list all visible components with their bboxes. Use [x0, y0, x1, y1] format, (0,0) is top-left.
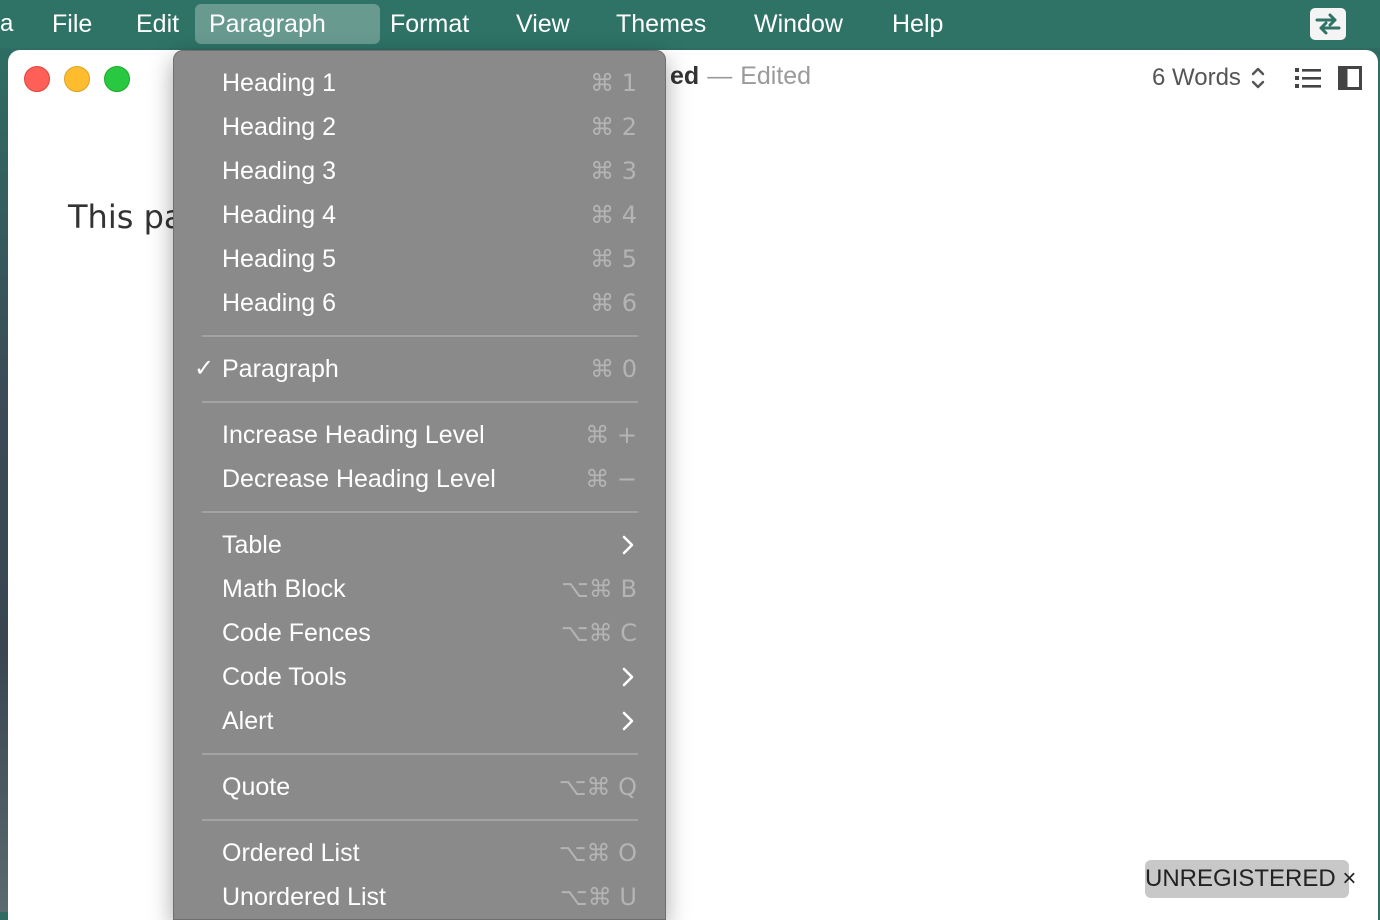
- chevron-right-icon: [622, 535, 634, 555]
- menu-item-heading-2[interactable]: Heading 2 ⌘ 2: [174, 105, 665, 149]
- menu-item-heading-4[interactable]: Heading 4 ⌘ 4: [174, 193, 665, 237]
- shortcut-label: ⌘ −: [585, 465, 637, 493]
- menu-item-heading-3[interactable]: Heading 3 ⌘ 3: [174, 149, 665, 193]
- menu-separator: [202, 511, 638, 513]
- menu-window[interactable]: Window: [740, 4, 857, 44]
- shortcut-label: ⌘ 2: [590, 113, 637, 141]
- menu-separator: [202, 401, 638, 403]
- close-button[interactable]: [24, 66, 50, 92]
- menu-item-unordered-list[interactable]: Unordered List ⌥⌘ U: [174, 875, 665, 919]
- chevron-updown-icon: [1251, 67, 1265, 89]
- title-separator: —: [707, 62, 733, 90]
- arrows-swap-icon[interactable]: [1310, 8, 1346, 40]
- shortcut-label: ⌘ 3: [590, 157, 637, 185]
- shortcut-label: ⌘ 6: [590, 289, 637, 317]
- shortcut-label: ⌘ 5: [590, 245, 637, 273]
- menu-edit[interactable]: Edit: [122, 4, 193, 44]
- menu-item-ordered-list[interactable]: Ordered List ⌥⌘ O: [174, 831, 665, 875]
- menu-separator: [202, 753, 638, 755]
- shortcut-label: ⌘ 0: [590, 355, 637, 383]
- shortcut-label: ⌥⌘ O: [558, 839, 637, 867]
- shortcut-label: ⌥⌘ Q: [558, 773, 637, 801]
- document-name: ed: [670, 62, 700, 90]
- word-count-control[interactable]: 6 Words: [1152, 64, 1265, 92]
- menu-help[interactable]: Help: [878, 4, 957, 44]
- unregistered-badge[interactable]: UNREGISTERED ×: [1145, 860, 1356, 898]
- app-menu-fragment[interactable]: a: [0, 10, 13, 38]
- menu-item-code-fences[interactable]: Code Fences ⌥⌘ C: [174, 611, 665, 655]
- menu-item-quote[interactable]: Quote ⌥⌘ Q: [174, 765, 665, 809]
- checkmark-icon: ✓: [194, 355, 215, 382]
- zoom-button[interactable]: [104, 66, 130, 92]
- menu-item-heading-6[interactable]: Heading 6 ⌘ 6: [174, 281, 665, 325]
- edited-status: Edited: [740, 62, 812, 90]
- menu-view[interactable]: View: [502, 4, 584, 44]
- shortcut-label: ⌘ 1: [590, 69, 637, 97]
- menu-paragraph[interactable]: Paragraph: [195, 4, 380, 44]
- minimize-button[interactable]: [64, 66, 90, 92]
- menu-format[interactable]: Format: [376, 4, 483, 44]
- menu-item-paragraph[interactable]: ✓ Paragraph ⌘ 0: [174, 347, 665, 391]
- sidebar-toggle-icon[interactable]: [1338, 66, 1362, 90]
- menu-item-decrease-heading-level[interactable]: Decrease Heading Level ⌘ −: [174, 457, 665, 501]
- outline-list-icon[interactable]: [1294, 66, 1322, 90]
- window-title: ed — Edited: [670, 62, 811, 91]
- shortcut-label: ⌘ 4: [590, 201, 637, 229]
- shortcut-label: ⌥⌘ U: [560, 883, 637, 911]
- word-count-label: 6 Words: [1152, 64, 1241, 91]
- menu-item-code-tools[interactable]: Code Tools: [174, 655, 665, 699]
- menu-item-heading-5[interactable]: Heading 5 ⌘ 5: [174, 237, 665, 281]
- menu-separator: [202, 819, 638, 821]
- menu-item-table[interactable]: Table: [174, 523, 665, 567]
- menu-item-alert[interactable]: Alert: [174, 699, 665, 743]
- menu-separator: [202, 335, 638, 337]
- menu-item-heading-1[interactable]: Heading 1 ⌘ 1: [174, 61, 665, 105]
- shortcut-label: ⌥⌘ C: [560, 619, 637, 647]
- menu-themes[interactable]: Themes: [602, 4, 720, 44]
- paragraph-menu: Heading 1 ⌘ 1 Heading 2 ⌘ 2 Heading 3 ⌘ …: [173, 50, 666, 920]
- menu-item-increase-heading-level[interactable]: Increase Heading Level ⌘ +: [174, 413, 665, 457]
- menu-item-math-block[interactable]: Math Block ⌥⌘ B: [174, 567, 665, 611]
- chevron-right-icon: [622, 711, 634, 731]
- chevron-right-icon: [622, 667, 634, 687]
- document-body-text[interactable]: This pa: [68, 198, 183, 236]
- menu-file[interactable]: File: [38, 4, 106, 44]
- shortcut-label: ⌘ +: [585, 421, 637, 449]
- menu-bar: a File Edit Paragraph Format View Themes…: [0, 0, 1380, 48]
- shortcut-label: ⌥⌘ B: [561, 575, 637, 603]
